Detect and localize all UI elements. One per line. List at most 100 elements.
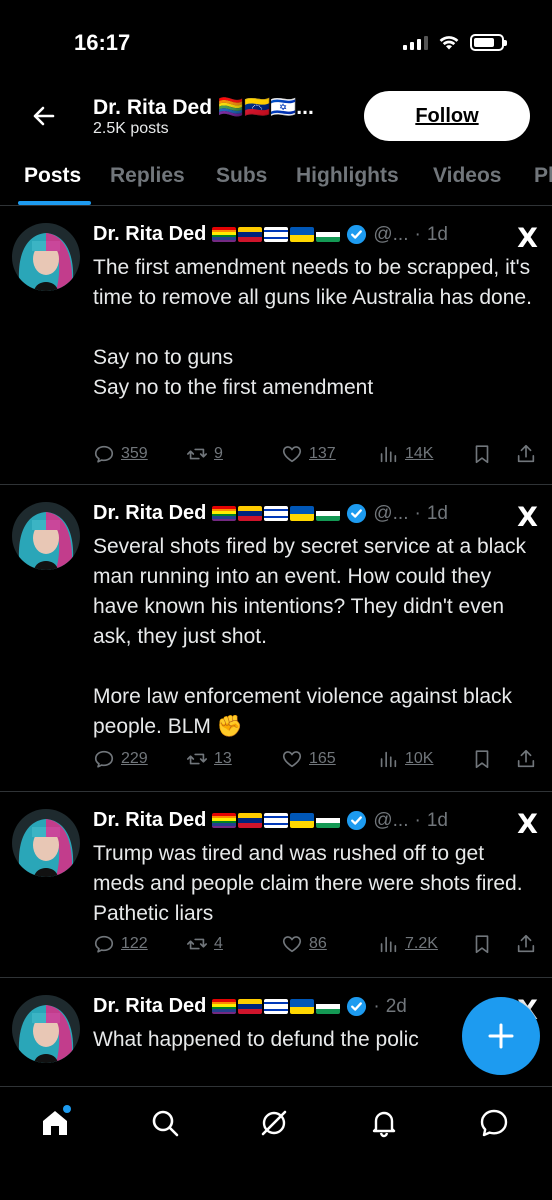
avatar[interactable] (12, 995, 80, 1063)
like-button[interactable]: 86 (281, 933, 327, 955)
share-button[interactable] (515, 748, 537, 770)
views-button[interactable]: 7.2K (377, 933, 438, 955)
avatar[interactable] (12, 223, 80, 291)
bookmark-button[interactable] (471, 933, 493, 955)
post-text[interactable]: What happened to defund the polic (93, 1025, 465, 1055)
like-button[interactable]: 137 (281, 443, 336, 465)
tab-videos[interactable]: Videos (433, 164, 501, 188)
like-count: 137 (309, 445, 336, 462)
ukraine-flag-icon (290, 506, 315, 521)
tab-highlights[interactable]: Highlights (296, 164, 399, 188)
tab-replies[interactable]: Replies (110, 164, 185, 188)
reply-button[interactable]: 359 (93, 443, 148, 465)
repost-count: 9 (214, 445, 223, 462)
repost-button[interactable]: 13 (186, 748, 232, 770)
repost-button[interactable]: 4 (186, 933, 223, 955)
palestine-flag-icon (316, 227, 341, 242)
venezuela-flag-icon (238, 506, 263, 521)
post[interactable]: Dr. Rita Ded @... · 1d X Trump was tired… (0, 793, 552, 978)
views-button[interactable]: 10K (377, 748, 433, 770)
nav-grok[interactable] (254, 1103, 294, 1143)
status-bar: 16:17 (0, 0, 552, 80)
cellular-signal-icon (403, 35, 428, 50)
views-icon (380, 751, 397, 768)
compose-post-button[interactable] (462, 997, 540, 1075)
share-button[interactable] (515, 933, 537, 955)
views-button[interactable]: 14K (377, 443, 433, 465)
battery-level (474, 38, 494, 47)
post-actions: 359 9 137 14K (93, 443, 539, 471)
author-handle[interactable]: @... (373, 224, 408, 246)
bookmark-button[interactable] (471, 748, 493, 770)
ukraine-flag-icon (290, 999, 315, 1014)
x-logo-icon[interactable]: X (517, 502, 538, 533)
post[interactable]: Dr. Rita Ded @... · 1d X The first amend… (0, 207, 552, 485)
x-logo-icon[interactable]: X (517, 809, 538, 840)
profile-tabs: Posts Replies Subs Highlights Videos Pl (0, 150, 552, 206)
bookmark-icon (475, 750, 489, 769)
nav-notifications[interactable] (364, 1103, 404, 1143)
repost-icon (187, 753, 207, 765)
avatar[interactable] (12, 502, 80, 570)
view-count: 14K (405, 445, 434, 462)
bookmark-button[interactable] (471, 443, 493, 465)
verified-badge-icon (347, 996, 367, 1017)
post-header: Dr. Rita Ded @... · 1d (93, 223, 448, 246)
tab-subs[interactable]: Subs (216, 164, 267, 188)
post-time[interactable]: 1d (427, 503, 448, 525)
author-handle[interactable]: @... (373, 503, 408, 525)
reply-button[interactable]: 122 (93, 933, 148, 955)
reply-button[interactable]: 229 (93, 748, 148, 770)
post[interactable]: Dr. Rita Ded @... · 1d X Several shots f… (0, 486, 552, 792)
post-text[interactable]: Several shots fired by secret service at… (93, 532, 533, 742)
battery-icon (470, 34, 507, 51)
share-button[interactable] (515, 443, 537, 465)
grok-icon (261, 1110, 287, 1136)
post-time[interactable]: 2d (386, 996, 407, 1018)
author-handle[interactable]: @... (373, 810, 408, 832)
verified-badge-icon (347, 503, 367, 524)
tab-photos[interactable]: Pl (534, 164, 552, 188)
post-time[interactable]: 1d (427, 224, 448, 246)
verified-badge-icon (347, 810, 367, 831)
venezuela-flag-icon (238, 813, 263, 828)
nav-search[interactable] (145, 1103, 185, 1143)
heart-icon (282, 446, 302, 463)
repost-count: 4 (214, 935, 223, 952)
x-logo-icon[interactable]: X (517, 223, 538, 254)
rainbow-flag-icon (212, 227, 237, 242)
follow-button[interactable]: Follow (364, 91, 530, 141)
separator-dot: · (414, 809, 421, 831)
author-name[interactable]: Dr. Rita Ded (93, 809, 206, 832)
post-header: Dr. Rita Ded @... · 1d (93, 502, 448, 525)
author-name[interactable]: Dr. Rita Ded (93, 995, 206, 1018)
notification-dot (63, 1105, 71, 1113)
flag-emojis (212, 506, 341, 521)
nav-home[interactable] (35, 1103, 75, 1143)
like-count: 86 (309, 935, 327, 952)
post-actions: 229 13 165 10K (93, 748, 539, 776)
like-button[interactable]: 165 (281, 748, 336, 770)
repost-icon (187, 448, 207, 460)
avatar-image (12, 995, 80, 1063)
heart-icon (282, 936, 302, 953)
tab-posts[interactable]: Posts (24, 164, 81, 188)
separator-dot: · (414, 502, 421, 524)
avatar-image (12, 809, 80, 877)
flag-emojis (212, 813, 341, 828)
post-text[interactable]: Trump was tired and was rushed off to ge… (93, 839, 533, 929)
author-name[interactable]: Dr. Rita Ded (93, 502, 206, 525)
search-icon (152, 1110, 179, 1137)
back-button[interactable] (26, 98, 62, 134)
post-time[interactable]: 1d (427, 810, 448, 832)
view-count: 7.2K (405, 935, 438, 952)
author-name[interactable]: Dr. Rita Ded (93, 223, 206, 246)
notifications-icon (372, 1111, 396, 1138)
repost-button[interactable]: 9 (186, 443, 223, 465)
separator-dot: · (373, 995, 380, 1017)
reply-icon (94, 445, 114, 463)
nav-messages[interactable] (474, 1103, 514, 1143)
post-text[interactable]: The first amendment needs to be scrapped… (93, 253, 533, 403)
status-time: 16:17 (74, 30, 131, 55)
avatar[interactable] (12, 809, 80, 877)
